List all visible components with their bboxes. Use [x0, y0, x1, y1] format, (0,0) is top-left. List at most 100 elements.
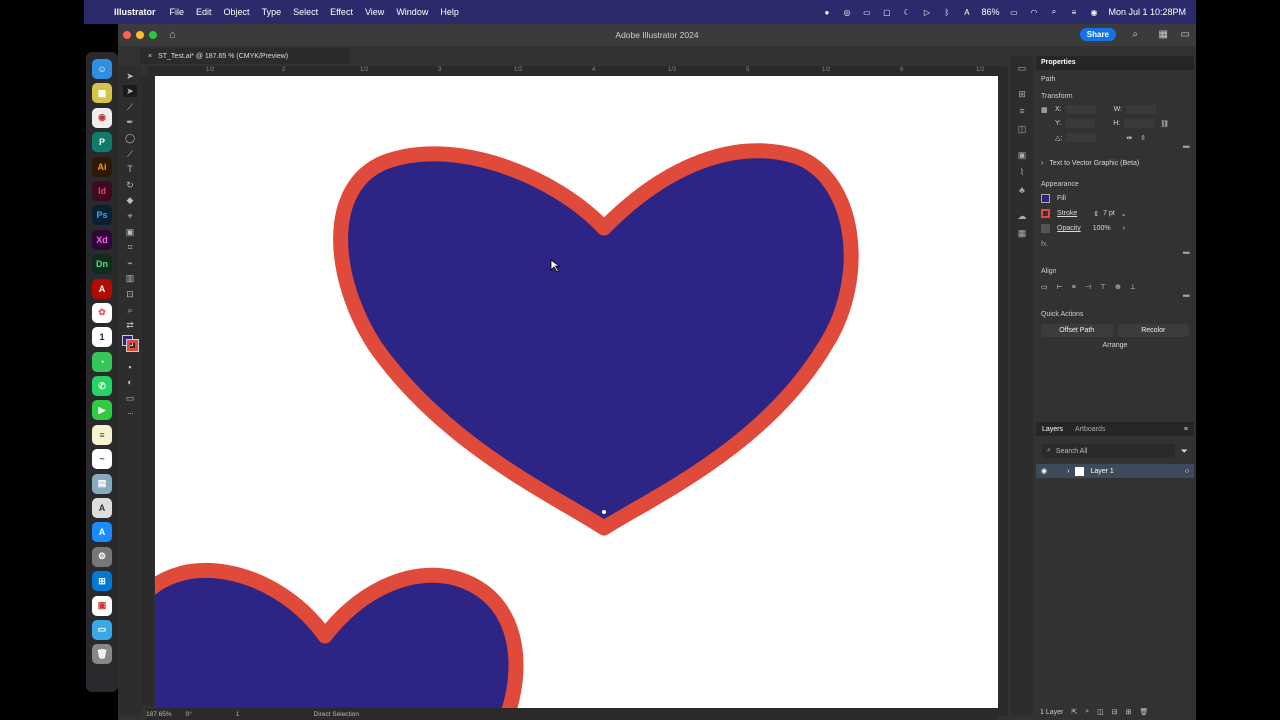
horizontal-ruler[interactable]: 1/2 2 1/2 3 1/2 4 1/2 5 1/2 6 1/2	[148, 66, 998, 76]
target-icon[interactable]: ○	[1185, 468, 1189, 475]
draw-mode-icon[interactable]: ◐	[123, 376, 137, 388]
magic-wand-icon[interactable]: ⟋	[123, 101, 137, 113]
swap-colors-icon[interactable]: ⇄	[123, 319, 137, 331]
calendar-icon[interactable]: 1	[92, 327, 112, 348]
downloads-folder-icon[interactable]: ▭	[92, 619, 112, 640]
reference-point-icon[interactable]: ▦	[1041, 106, 1055, 114]
photos-icon[interactable]: ✿	[92, 302, 112, 323]
share-button[interactable]: Share	[1079, 28, 1116, 41]
launchpad-icon[interactable]: ▦	[92, 83, 112, 104]
close-window-icon[interactable]	[123, 31, 131, 39]
creative-cloud-icon[interactable]: ◎	[841, 8, 852, 17]
document-tab[interactable]: × ST_Test.ai* @ 187.65 % (CMYK/Preview)	[140, 48, 350, 64]
record-icon[interactable]: ●	[821, 8, 832, 17]
align-to-icon[interactable]: ▭	[1041, 283, 1048, 291]
workspace-icon[interactable]: ▦	[1159, 29, 1168, 40]
tab-layers[interactable]: Layers	[1036, 426, 1069, 433]
pen-tool-icon[interactable]: ✒	[123, 116, 137, 128]
more-options-icon[interactable]: •••	[1183, 142, 1191, 152]
export-panel-icon[interactable]: ▦	[1016, 227, 1028, 239]
align-bottom-icon[interactable]: ⊥	[1130, 283, 1136, 291]
messages-icon[interactable]: ◔	[92, 351, 112, 372]
more-options-icon[interactable]: •••	[1183, 291, 1191, 301]
h-field[interactable]	[1124, 119, 1155, 128]
font-book-icon[interactable]: A	[92, 498, 112, 519]
heart-shape-partial[interactable]	[155, 562, 524, 708]
stroke-color-swatch[interactable]	[1041, 209, 1050, 218]
direct-selection-tool-icon[interactable]: ➤	[123, 85, 137, 98]
acrobat-icon[interactable]: A	[92, 278, 112, 299]
image-trace-icon[interactable]: ▣	[1016, 149, 1028, 161]
current-tool[interactable]: Direct Selection	[314, 711, 360, 718]
symbols-panel-icon[interactable]: ♣	[1016, 184, 1028, 196]
indesign-icon[interactable]: Id	[92, 180, 112, 201]
siri-icon[interactable]: ◉	[1088, 8, 1099, 17]
chrome-icon[interactable]: ◉	[92, 107, 112, 128]
zoom-tool-icon[interactable]: ⌕	[123, 304, 137, 316]
flip-vertical-icon[interactable]: ⇳	[1140, 134, 1146, 142]
tab-artboards[interactable]: Artboards	[1069, 426, 1111, 433]
notes-icon[interactable]: ≡	[92, 424, 112, 445]
offset-path-button[interactable]: Offset Path	[1041, 324, 1113, 337]
zoom-level[interactable]: 187.65%	[146, 711, 172, 718]
transform-panel-icon[interactable]: ⊞	[1016, 88, 1028, 100]
export-icon[interactable]: ⇱	[1071, 708, 1077, 716]
stroke-stepper-icon[interactable]: ⇕	[1093, 210, 1099, 218]
menu-object[interactable]: Object	[218, 7, 256, 17]
ellipse-tool-icon[interactable]: ◯	[123, 132, 137, 144]
paintbrush-tool-icon[interactable]: ⟋	[123, 148, 137, 160]
menu-edit[interactable]: Edit	[190, 7, 218, 17]
preview-icon[interactable]: ▤	[92, 473, 112, 494]
app-store-icon[interactable]: A	[92, 522, 112, 543]
flip-horizontal-icon[interactable]: ⇹	[1126, 134, 1132, 142]
free-transform-icon[interactable]: ▣	[123, 226, 137, 238]
artboard-canvas[interactable]	[155, 76, 998, 708]
freeform-icon[interactable]: ~	[92, 449, 112, 470]
panel-toggle-icon[interactable]: ▭	[1181, 29, 1190, 40]
screen-icon[interactable]: ▭	[861, 8, 872, 17]
photoshop-icon[interactable]: Ps	[92, 205, 112, 226]
color-mode-icon[interactable]: ▪	[123, 361, 137, 373]
windows-app-icon[interactable]: ⊞	[92, 571, 112, 592]
delete-layer-icon[interactable]: 🗑	[1140, 708, 1149, 716]
stroke-swatch[interactable]	[126, 339, 139, 353]
preview-doc-icon[interactable]: ▣	[92, 595, 112, 616]
clipping-mask-icon[interactable]: ◫	[1097, 708, 1104, 716]
zoom-window-icon[interactable]	[149, 31, 157, 39]
battery-icon[interactable]: ▭	[1008, 8, 1019, 17]
eyedropper-tool-icon[interactable]: ⌁	[123, 257, 137, 269]
close-tab-icon[interactable]: ×	[148, 53, 152, 60]
moon-icon[interactable]: ☾	[901, 8, 912, 17]
align-vcenter-icon[interactable]: ⊕	[1115, 283, 1121, 291]
more-tools-icon[interactable]: ···	[123, 407, 137, 419]
dimension-icon[interactable]: Dn	[92, 254, 112, 275]
heart-shape-selected[interactable]	[333, 143, 859, 536]
properties-tab[interactable]: Properties	[1036, 56, 1194, 70]
artboard-number[interactable]: 1	[236, 711, 240, 718]
anchor-point[interactable]	[601, 509, 607, 515]
align-hcenter-icon[interactable]: ≡	[1072, 284, 1076, 291]
screen-mode-icon[interactable]: ▭	[123, 392, 137, 404]
pathfinder-panel-icon[interactable]: ◫	[1016, 123, 1028, 135]
layer-name[interactable]: Layer 1	[1090, 468, 1113, 475]
more-options-icon[interactable]: •••	[1183, 248, 1191, 258]
menu-type[interactable]: Type	[256, 7, 288, 17]
align-left-icon[interactable]: ⊢	[1057, 283, 1063, 291]
menu-help[interactable]: Help	[434, 7, 465, 17]
opacity-label[interactable]: Opacity	[1057, 225, 1081, 232]
minimize-window-icon[interactable]	[136, 31, 144, 39]
visibility-eye-icon[interactable]: ◉	[1041, 467, 1047, 475]
menu-effect[interactable]: Effect	[324, 7, 359, 17]
whatsapp-icon[interactable]: ✆	[92, 376, 112, 397]
stroke-weight[interactable]: 7 pt	[1103, 210, 1115, 217]
align-panel-icon[interactable]: ≡	[1016, 105, 1028, 117]
menu-view[interactable]: View	[359, 7, 390, 17]
brushes-panel-icon[interactable]: ⌇	[1016, 166, 1028, 178]
align-right-icon[interactable]: ⊣	[1085, 283, 1091, 291]
search-icon[interactable]: ⌕	[1048, 7, 1059, 17]
chevron-right-icon[interactable]: ›	[1123, 225, 1125, 232]
artboard-tool-icon[interactable]: ⊡	[123, 288, 137, 300]
angle-field[interactable]	[1066, 133, 1097, 142]
expand-chevron-icon[interactable]: ›	[1041, 160, 1043, 167]
fx-button[interactable]: fx.	[1041, 241, 1048, 248]
